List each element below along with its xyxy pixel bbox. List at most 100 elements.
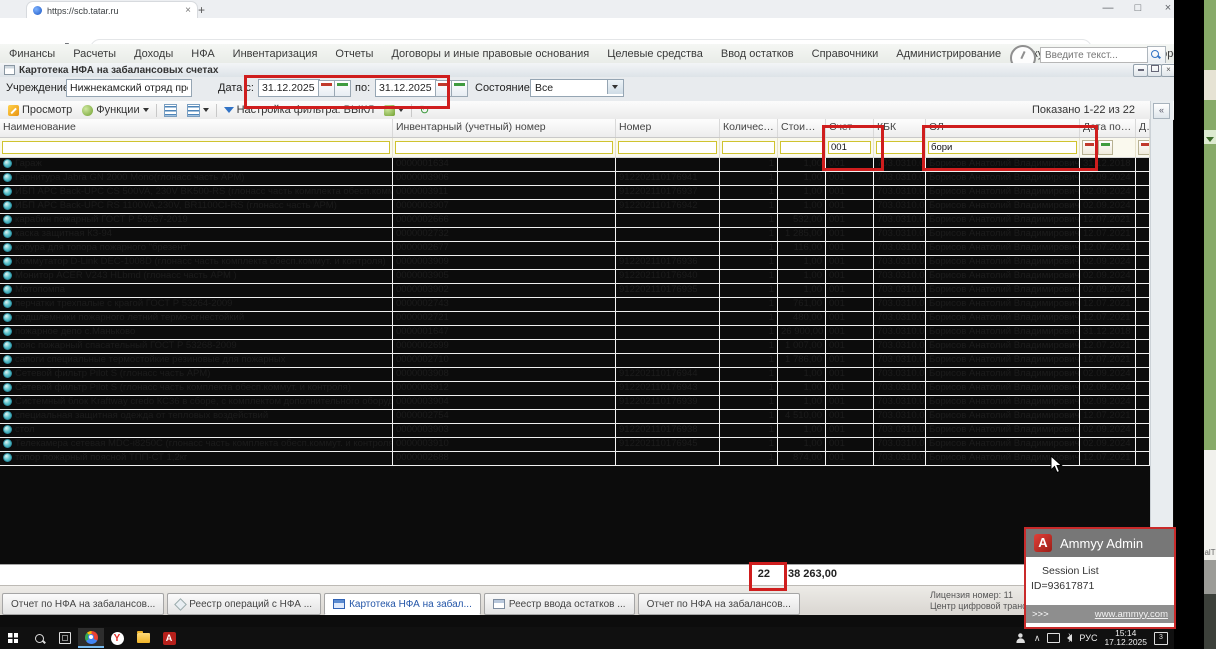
global-search-input[interactable]	[1040, 47, 1150, 63]
refresh-button[interactable]: ↻	[414, 102, 434, 118]
speaker-icon[interactable]	[1067, 632, 1073, 642]
new-tab-button[interactable]: +	[198, 3, 205, 17]
filter-input-num[interactable]	[618, 141, 717, 154]
table-row[interactable]: Сетевой фильтр Pilot S (глонасс часть ко…	[0, 382, 1150, 396]
filter-input-name[interactable]	[2, 141, 390, 154]
date-to-input[interactable]	[375, 79, 437, 97]
filter-options-button[interactable]	[379, 102, 409, 118]
bottom-tab[interactable]: Реестр операций с НФА ...	[167, 593, 322, 615]
table-row[interactable]: кобура для топора пожарного "брезент" 000…	[0, 242, 1150, 256]
menu-item-Отчеты[interactable]: Отчеты	[326, 48, 382, 60]
filter-settings-button[interactable]: Настройка фильтра: ВЫКЛ	[219, 102, 380, 118]
view-button[interactable]: Просмотр	[3, 102, 77, 118]
collapse-panel-button[interactable]: «	[1153, 103, 1170, 119]
language-indicator[interactable]: РУС	[1079, 633, 1097, 643]
column-header-name[interactable]: Наименование	[0, 119, 393, 137]
filter-calendar-refresh-icon[interactable]	[1098, 140, 1113, 155]
menu-item-Справочники[interactable]: Справочники	[803, 48, 888, 60]
column-header-num[interactable]: Номер	[616, 119, 720, 137]
browser-tab[interactable]: https://scb.tatar.ru ×	[26, 1, 198, 19]
menu-item-Целевые средства[interactable]: Целевые средства	[598, 48, 712, 60]
table-row[interactable]: топор пожарный поясной ТПП-СТ 1,2кг 00000…	[0, 452, 1150, 466]
table-row[interactable]: ИБП APC Back-UPC RS 1100VA,230V, BR1100C…	[0, 200, 1150, 214]
table-row[interactable]: Мотопомпа 0000003902 912202110176935 1 1,00 0…	[0, 284, 1150, 298]
bottom-tab[interactable]: Картотека НФА на забал...	[324, 593, 481, 615]
column-header-cost[interactable]: Стоимость...	[778, 119, 826, 137]
filter-calendar-icon[interactable]	[1138, 140, 1149, 155]
table-row[interactable]: Сетевой фильтр Pilot S (глонасс часть АР…	[0, 368, 1150, 382]
filter-calendar-icon[interactable]	[1082, 140, 1097, 155]
column-header-date[interactable]: Дата поступ...	[1080, 119, 1136, 137]
select-dropdown-button[interactable]	[607, 80, 623, 94]
bottom-tab[interactable]: Реестр ввода остатков ...	[483, 593, 635, 615]
table-row[interactable]: Телекамера сетевая MDC-i8250C (глонасс ч…	[0, 438, 1150, 452]
explorer-taskbar-button[interactable]	[130, 628, 156, 648]
bottom-tab[interactable]: Отчет по НФА на забалансов...	[637, 593, 800, 615]
yandex-taskbar-button[interactable]: Y	[104, 628, 130, 648]
list-button[interactable]	[159, 102, 182, 118]
table-row[interactable]: Гараж 0000001634 11,00001703.0310.000...Бо…	[0, 158, 1150, 172]
table-row[interactable]: Системный блок Kraftway credo КС36 в сбо…	[0, 396, 1150, 410]
institution-input[interactable]	[66, 79, 192, 97]
menu-item-Финансы[interactable]: Финансы	[0, 48, 64, 60]
menu-item-Ввод остатков[interactable]: Ввод остатков	[712, 48, 803, 60]
menu-item-Администрирование[interactable]: Администрирование	[887, 48, 1010, 60]
filter-input-qty[interactable]	[722, 141, 775, 154]
task-view-button[interactable]	[52, 628, 78, 648]
table-row[interactable]: перчатки трехпалые с крагой ГОСТ Р 53264…	[0, 298, 1150, 312]
taskbar-search-button[interactable]	[26, 628, 52, 648]
table-row[interactable]: каска защитная КЗ-94 0000002732 1 1 285,00 0…	[0, 228, 1150, 242]
filter-input-cost[interactable]	[780, 141, 823, 154]
table-row[interactable]: стол 0000003903 912202110176938 1 1,00 001 703…	[0, 424, 1150, 438]
calendar-icon[interactable]	[318, 80, 335, 97]
bottom-tab[interactable]: Отчет по НФА на забалансов...	[2, 593, 165, 615]
tray-expand-icon[interactable]: ∧	[1034, 633, 1041, 644]
window-maximize-button[interactable]: □	[1126, 2, 1150, 14]
column-header-inv[interactable]: Инвентарный (учетный) номер	[393, 119, 616, 137]
column-header-ol[interactable]: ОЛ	[926, 119, 1080, 137]
network-icon[interactable]	[1047, 633, 1061, 643]
menu-item-Доходы[interactable]: Доходы	[125, 48, 182, 60]
table-row[interactable]: Коммутатор D-Link DEC-1008D (глонасс час…	[0, 256, 1150, 270]
tab-close-icon[interactable]: ×	[185, 5, 191, 16]
table-row[interactable]: Монитор ACER V243 HLbmd (глонасс часть А…	[0, 270, 1150, 284]
calendar-refresh-icon[interactable]	[334, 80, 351, 97]
app-restore-button[interactable]	[1147, 64, 1162, 77]
table-row[interactable]: сапоги специальные термостойкие резиновы…	[0, 354, 1150, 368]
table-row[interactable]: Гарнитура Jabra GN 2000 Mono(глонасс час…	[0, 172, 1150, 186]
calendar-icon[interactable]	[435, 80, 452, 97]
menu-item-Инвентаризация[interactable]: Инвентаризация	[224, 48, 327, 60]
menu-item-Расчеты[interactable]: Расчеты	[64, 48, 125, 60]
filter-input-kbk[interactable]	[876, 141, 923, 154]
column-header-kbk[interactable]: КБК	[874, 119, 926, 137]
ammyy-website-link[interactable]: www.ammyy.com	[1095, 609, 1168, 620]
table-row[interactable]: специальная защитная одежда от тепловых …	[0, 410, 1150, 424]
notification-icon[interactable]: 3	[1154, 631, 1168, 645]
table-row[interactable]: ИБП APC Back-UPC CS 500VA, 230V BK500-RS…	[0, 186, 1150, 200]
table-row[interactable]: подшлемники пожарного летний термо-огнес…	[0, 312, 1150, 326]
column-header-qty[interactable]: Количество	[720, 119, 778, 137]
ammyy-session-list[interactable]: Session List	[1026, 557, 1174, 577]
menu-item-Договоры и иные правовые основания[interactable]: Договоры и иные правовые основания	[382, 48, 598, 60]
column-header-d[interactable]: Д...	[1136, 119, 1150, 137]
ammyy-titlebar[interactable]: A Ammyy Admin	[1026, 529, 1174, 557]
browser-taskbar-button[interactable]	[78, 628, 104, 648]
filter-input-acc[interactable]	[828, 141, 871, 154]
window-minimize-button[interactable]: —	[1096, 2, 1120, 14]
table-row[interactable]: пояс пожарный спасательный ГОСТ Р 53268-…	[0, 340, 1150, 354]
column-header-acc[interactable]: Счет	[826, 119, 874, 137]
ammyy-expand-button[interactable]: >>>	[1032, 609, 1049, 620]
filter-input-inv[interactable]	[395, 141, 613, 154]
filter-input-ol[interactable]	[928, 141, 1077, 154]
menu-item-НФА[interactable]: НФА	[182, 48, 223, 60]
date-from-input[interactable]	[258, 79, 320, 97]
table-row[interactable]: пожарное депо с.Маньково 0000001647 1 26 90…	[0, 326, 1150, 340]
ammyy-taskbar-button[interactable]: A	[156, 628, 182, 648]
start-button[interactable]	[0, 628, 26, 648]
state-select[interactable]: Все	[530, 79, 624, 97]
table-row[interactable]: карабин пожарный ГОСТ Р 53267-2019 000000…	[0, 214, 1150, 228]
app-minimize-button[interactable]	[1133, 64, 1148, 77]
calendar-refresh-icon[interactable]	[451, 80, 468, 97]
functions-button[interactable]: Функции	[77, 102, 153, 118]
people-icon[interactable]	[1015, 633, 1027, 643]
